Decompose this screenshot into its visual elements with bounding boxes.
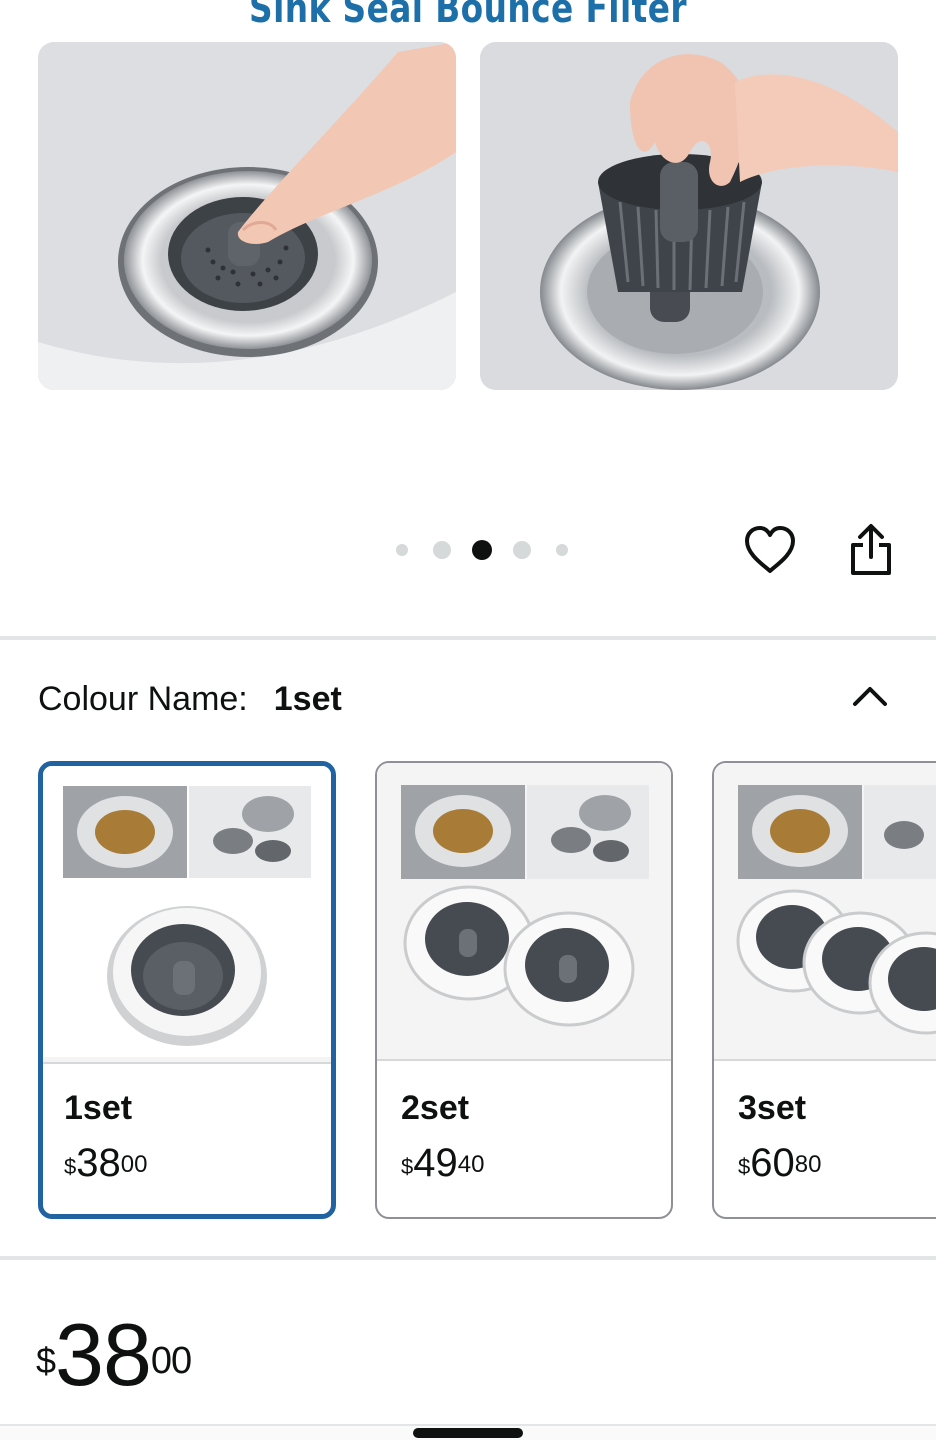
heart-outline-icon (745, 526, 795, 573)
price-whole: 38 (55, 1305, 152, 1404)
product-price: $3800 (36, 1310, 192, 1400)
collapse-variations-button[interactable] (850, 676, 890, 716)
price-whole: 60 (750, 1141, 795, 1185)
variation-option-name: 1set (64, 1089, 133, 1127)
price-fraction: 00 (150, 1340, 192, 1382)
variation-selected-value: 1set (273, 679, 342, 718)
carousel-dot[interactable] (433, 541, 451, 559)
carousel-dot[interactable] (396, 544, 408, 556)
variation-header[interactable]: Colour Name: 1set (38, 676, 898, 722)
section-divider (0, 1256, 936, 1260)
carousel-page-indicator (382, 540, 582, 560)
variation-option-1set[interactable]: 1set $3800 (38, 761, 336, 1219)
carousel-dot-active[interactable] (472, 540, 492, 560)
share-icon (851, 524, 891, 575)
price-fraction: 40 (457, 1151, 485, 1178)
product-image-carousel[interactable]: Sink Seal Bounce Filter (0, 0, 936, 470)
image-banner-text: Sink Seal Bounce Filter (249, 0, 687, 32)
variation-thumbnail (377, 763, 671, 1059)
share-button[interactable] (843, 522, 899, 578)
product-photo-pressing-filter (38, 42, 456, 390)
variation-option-price: $4940 (401, 1141, 484, 1185)
currency-symbol: $ (36, 1340, 56, 1381)
variation-option-3set[interactable]: 3set $6080 (712, 761, 936, 1219)
variation-label: Colour Name: (38, 679, 248, 718)
price-whole: 38 (76, 1141, 121, 1185)
variation-option-name: 3set (738, 1089, 807, 1127)
home-indicator[interactable] (413, 1428, 523, 1438)
divider (714, 1059, 936, 1061)
carousel-dot[interactable] (513, 541, 531, 559)
currency-symbol: $ (738, 1154, 751, 1179)
variation-thumbnail (714, 763, 936, 1059)
divider (43, 1062, 331, 1064)
add-to-wishlist-button[interactable] (742, 522, 798, 578)
chevron-up-icon (853, 687, 887, 706)
divider (377, 1059, 671, 1061)
product-photo-lifting-basket (480, 42, 898, 390)
section-divider (0, 636, 936, 640)
price-fraction: 00 (120, 1151, 148, 1178)
currency-symbol: $ (64, 1154, 77, 1179)
variation-option-price: $3800 (64, 1141, 147, 1185)
variation-thumbnail (43, 766, 331, 1062)
price-fraction: 80 (794, 1151, 822, 1178)
variation-option-2set[interactable]: 2set $4940 (375, 761, 673, 1219)
price-whole: 49 (413, 1141, 458, 1185)
variation-option-price: $6080 (738, 1141, 821, 1185)
currency-symbol: $ (401, 1154, 414, 1179)
variation-option-name: 2set (401, 1089, 470, 1127)
carousel-dot[interactable] (556, 544, 568, 556)
